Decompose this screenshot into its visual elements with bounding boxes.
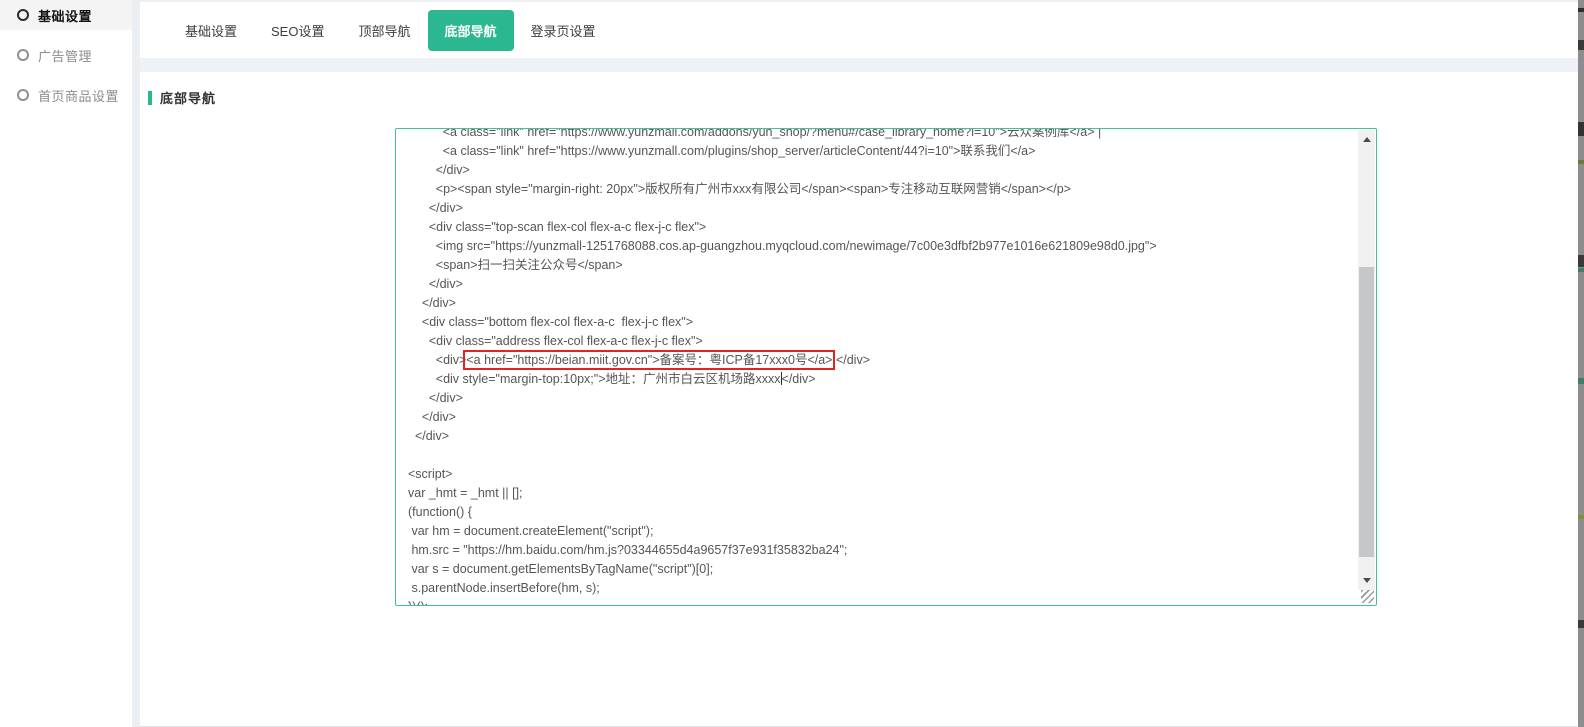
- code-line: <p><span style="margin-right: 20px">版权所有…: [408, 180, 1358, 199]
- code-line: <div class="address flex-col flex-a-c fl…: [408, 332, 1358, 351]
- tab-bar: 基础设置SEO设置顶部导航底部导航登录页设置: [140, 2, 1578, 58]
- circle-icon: [17, 9, 29, 21]
- code-text: var hm = document.createElement("script"…: [408, 524, 653, 538]
- code-text: </div>: [408, 391, 463, 405]
- scroll-down-button[interactable]: [1358, 571, 1375, 590]
- code-text: </div>: [408, 277, 463, 291]
- code-line: <div class="bottom flex-col flex-a-c fle…: [408, 313, 1358, 332]
- code-line: </div>: [408, 427, 1358, 446]
- code-line: [408, 446, 1358, 465]
- code-text: <p><span style="margin-right: 20px">版权所有…: [408, 182, 1071, 196]
- code-line: </div>: [408, 161, 1358, 180]
- code-line: <a class="link" href="https://www.yunzma…: [408, 129, 1358, 142]
- code-line: </div>: [408, 275, 1358, 294]
- sidebar-item-label: 首页商品设置: [38, 86, 119, 105]
- code-text: <img src="https://yunzmall-1251768088.co…: [408, 239, 1157, 253]
- code-text: </div>: [408, 201, 463, 215]
- sidebar-item-基础设置[interactable]: 基础设置: [0, 0, 132, 30]
- code-text: </div>: [408, 410, 456, 424]
- code-line: (function() {: [408, 503, 1358, 522]
- sidebar-items: 基础设置广告管理首页商品设置: [0, 0, 132, 110]
- code-text: <div style="margin-top:10px;">地址：广州市白云区机…: [408, 372, 781, 386]
- code-text: })();: [408, 600, 428, 605]
- code-line: var s = document.getElementsByTagName("s…: [408, 560, 1358, 579]
- sidebar-item-首页商品设置[interactable]: 首页商品设置: [0, 80, 132, 110]
- code-line: s.parentNode.insertBefore(hm, s);: [408, 579, 1358, 598]
- code-line: <div class="top-scan flex-col flex-a-c f…: [408, 218, 1358, 237]
- triangle-up-icon: [1363, 137, 1371, 142]
- code-text: s.parentNode.insertBefore(hm, s);: [408, 581, 600, 595]
- page-title: 底部导航: [160, 88, 216, 107]
- triangle-down-icon: [1363, 578, 1371, 583]
- code-line: <span>扫一扫关注公众号</span>: [408, 256, 1358, 275]
- scroll-up-button[interactable]: [1358, 130, 1375, 149]
- code-line: </div>: [408, 408, 1358, 427]
- scrollbar-thumb[interactable]: [1359, 267, 1374, 557]
- highlight-red-box: <a href="https://beian.miit.gov.cn">备案号：…: [466, 353, 832, 367]
- tab-底部导航[interactable]: 底部导航: [428, 10, 514, 51]
- footer-nav-code-textarea[interactable]: <a class="link" href="https://www.yunzma…: [395, 128, 1377, 606]
- code-text: <span>扫一扫关注公众号</span>: [408, 258, 623, 272]
- code-text: </div>: [408, 163, 470, 177]
- code-content: <a class="link" href="https://www.yunzma…: [396, 129, 1358, 605]
- main-panel: 基础设置SEO设置顶部导航底部导航登录页设置 底部导航 <a class="li…: [140, 0, 1578, 727]
- section-header: 底部导航: [140, 72, 1578, 107]
- section-accent-bar-icon: [148, 91, 152, 105]
- tab-基础设置[interactable]: 基础设置: [168, 10, 254, 51]
- sidebar-item-label: 广告管理: [38, 46, 92, 65]
- circle-icon: [17, 89, 29, 101]
- code-text: <div class="bottom flex-col flex-a-c fle…: [408, 315, 693, 329]
- code-text: </div>: [782, 372, 816, 386]
- code-text: <a class="link" href="https://www.yunzma…: [408, 144, 1035, 158]
- code-text: (function() {: [408, 505, 472, 519]
- code-text: <a class="link" href="https://www.yunzma…: [408, 129, 1101, 139]
- code-line: <script>: [408, 465, 1358, 484]
- code-text: hm.src = "https://hm.baidu.com/hm.js?033…: [408, 543, 847, 557]
- code-text: <div>: [408, 353, 466, 367]
- code-line: <a class="link" href="https://www.yunzma…: [408, 142, 1358, 161]
- code-text: </div>: [408, 296, 456, 310]
- content-card: 底部导航 <a class="link" href="https://www.y…: [140, 72, 1578, 727]
- sidebar-item-label: 基础设置: [38, 6, 92, 25]
- code-text: <script>: [408, 467, 452, 481]
- circle-icon: [17, 49, 29, 61]
- editor-scrollbar[interactable]: [1358, 130, 1375, 590]
- code-line: <img src="https://yunzmall-1251768088.co…: [408, 237, 1358, 256]
- tab-顶部导航[interactable]: 顶部导航: [341, 10, 427, 51]
- screen-edge-artifact: [1578, 0, 1584, 727]
- tab-登录页设置[interactable]: 登录页设置: [514, 10, 613, 51]
- code-text: var _hmt = _hmt || [];: [408, 486, 523, 500]
- sidebar-divider: [132, 0, 140, 727]
- code-line: <div><a href="https://beian.miit.gov.cn"…: [408, 351, 1358, 370]
- code-text: <div class="top-scan flex-col flex-a-c f…: [408, 220, 706, 234]
- code-line: var _hmt = _hmt || [];: [408, 484, 1358, 503]
- code-text: <div class="address flex-col flex-a-c fl…: [408, 334, 703, 348]
- sidebar: 基础设置广告管理首页商品设置: [0, 0, 132, 727]
- code-line: hm.src = "https://hm.baidu.com/hm.js?033…: [408, 541, 1358, 560]
- code-text: </div>: [408, 429, 449, 443]
- section-separator: [140, 58, 1578, 72]
- code-text: </div>: [832, 353, 870, 367]
- code-line: <div style="margin-top:10px;">地址：广州市白云区机…: [408, 370, 1358, 389]
- tab-SEO设置[interactable]: SEO设置: [254, 10, 341, 51]
- code-text: var s = document.getElementsByTagName("s…: [408, 562, 713, 576]
- code-line: })();: [408, 598, 1358, 605]
- code-line: </div>: [408, 294, 1358, 313]
- code-line: var hm = document.createElement("script"…: [408, 522, 1358, 541]
- textarea-resize-grip-icon[interactable]: [1361, 590, 1374, 603]
- code-line: </div>: [408, 389, 1358, 408]
- code-viewport[interactable]: <a class="link" href="https://www.yunzma…: [396, 129, 1358, 605]
- sidebar-item-广告管理[interactable]: 广告管理: [0, 40, 132, 70]
- code-line: </div>: [408, 199, 1358, 218]
